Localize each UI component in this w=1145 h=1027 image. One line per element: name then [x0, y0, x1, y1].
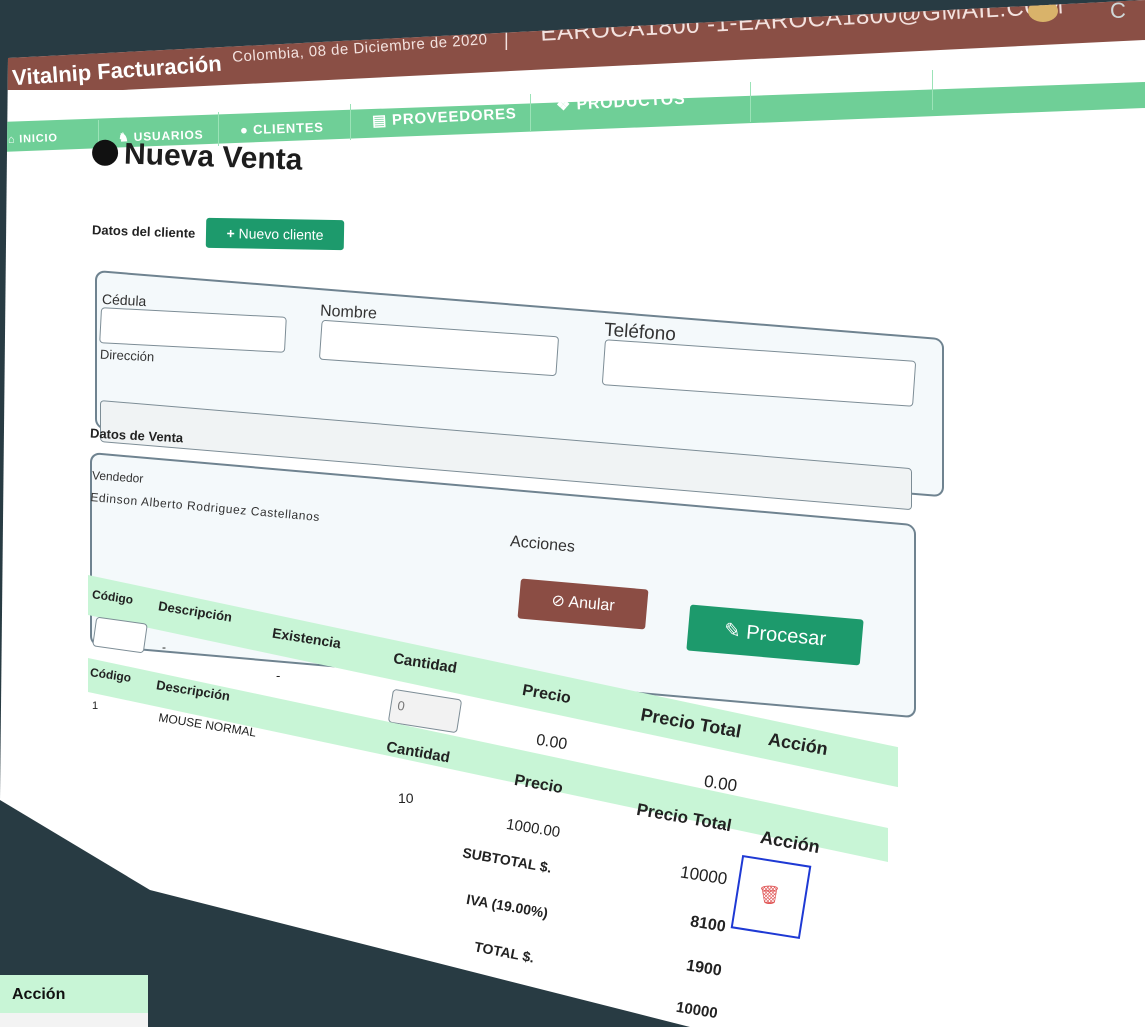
- nav-inicio[interactable]: ⌂ INICIO: [8, 132, 58, 146]
- new-client-button[interactable]: + Nuevo cliente: [205, 217, 345, 251]
- entry-descripcion: -: [162, 640, 166, 654]
- direccion-label: Dirección: [99, 346, 155, 365]
- subtotal-value: 8100: [688, 913, 727, 936]
- entry-existencia: -: [276, 668, 281, 683]
- document-icon: ▤: [371, 112, 388, 130]
- iva-value: 1900: [684, 957, 723, 980]
- edit-icon: ✎: [723, 619, 742, 643]
- corner-table-row: [0, 1013, 148, 1027]
- nav-clientes[interactable]: ● CLIENTES: [240, 120, 324, 138]
- detail-row-precio-total: 10000: [678, 862, 729, 889]
- user-icon: ●: [239, 122, 249, 138]
- file-icon: ▤: [787, 75, 806, 96]
- ban-icon: ⊘: [550, 592, 566, 611]
- nav-divider: [932, 70, 933, 110]
- iva-label: IVA (19.00%): [465, 890, 550, 922]
- detail-row-cantidad: 10: [398, 790, 414, 806]
- detail-row-codigo: 1: [92, 700, 99, 712]
- page-title: Nueva Venta: [91, 136, 303, 177]
- nav-divider: [350, 104, 351, 140]
- nav-divider: [750, 82, 751, 122]
- home-icon: ⌂: [7, 133, 16, 146]
- detail-row-precio: 1000.00: [505, 815, 562, 842]
- cedula-label: Cédula: [101, 290, 147, 310]
- codigo-input[interactable]: [92, 616, 148, 654]
- corner-accion-label: Acción: [12, 986, 66, 1003]
- app-screen: Vitalnip Facturación Colombia, 08 de Dic…: [0, 0, 1145, 1027]
- cantidad-value: 0: [396, 697, 406, 714]
- total-label: TOTAL $.: [473, 938, 536, 966]
- client-section-label: Datos del cliente: [91, 222, 196, 241]
- entry-precio: 0.00: [534, 731, 569, 754]
- total-value: 10000: [674, 998, 719, 1023]
- user-icon[interactable]: C: [1110, 0, 1126, 24]
- plus-icon: +: [226, 225, 235, 242]
- trash-icon[interactable]: 🗑: [758, 885, 781, 906]
- header-separator: |: [504, 30, 509, 50]
- cubes-icon: ❖: [555, 96, 572, 115]
- cube-icon: [91, 139, 119, 167]
- nav-divider: [530, 94, 531, 132]
- subtotal-label: SUBTOTAL $.: [461, 844, 553, 876]
